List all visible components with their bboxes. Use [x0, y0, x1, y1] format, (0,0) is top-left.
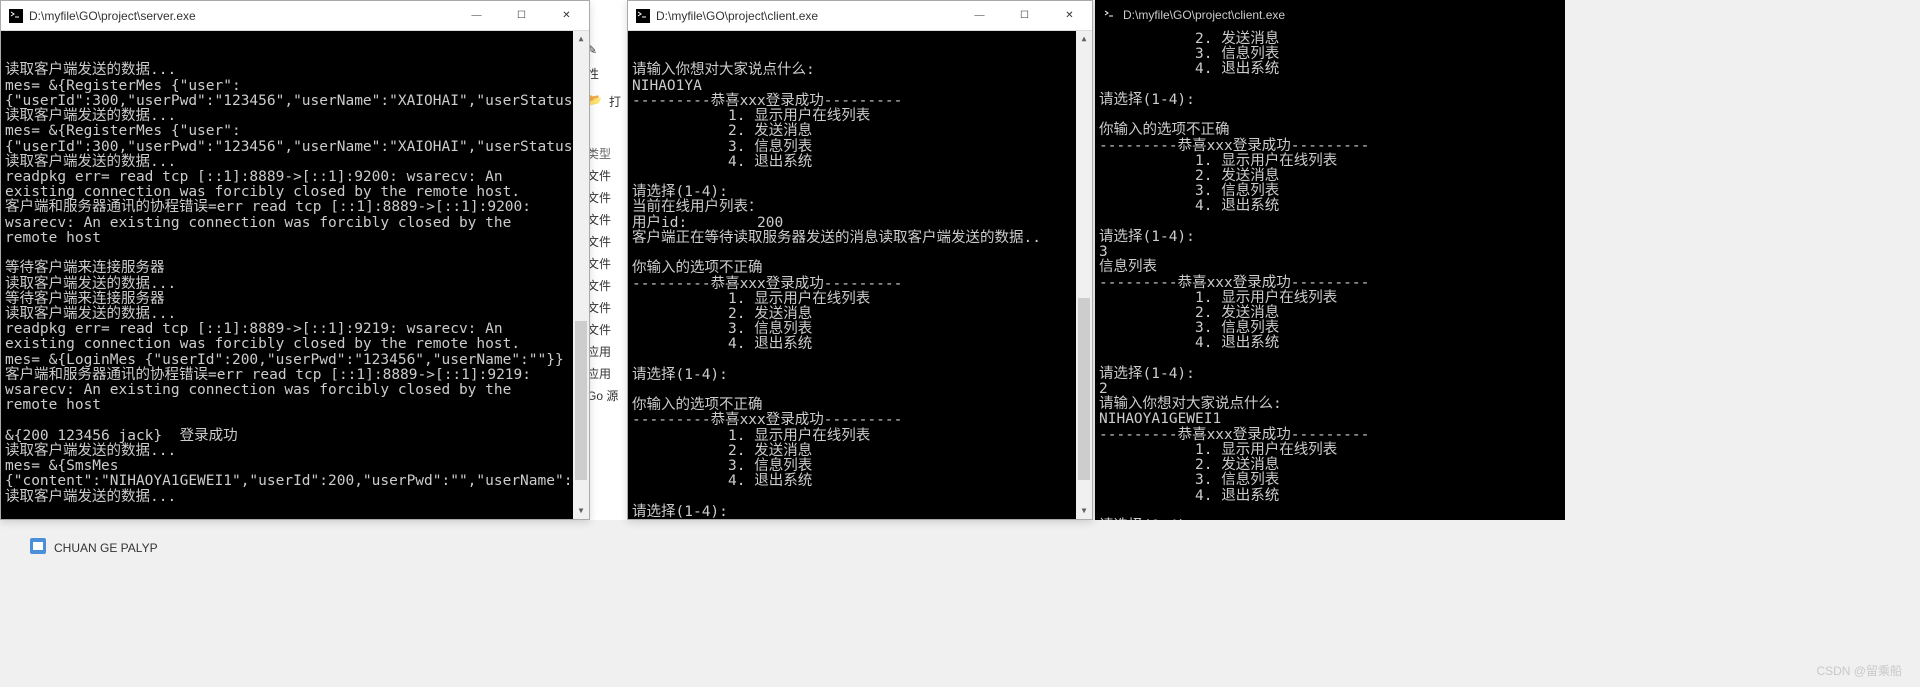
client1-titlebar[interactable]: D:\myfile\GO\project\client.exe — ☐ ✕	[628, 1, 1092, 31]
scrollbar[interactable]: ▲ ▼	[573, 31, 589, 519]
taskbar-label: CHUAN GE PALYP	[54, 541, 158, 555]
close-button[interactable]: ✕	[1047, 1, 1092, 30]
server-window: D:\myfile\GO\project\server.exe — ☐ ✕ 读取…	[0, 0, 590, 520]
close-button[interactable]: ✕	[544, 1, 589, 30]
app-icon	[30, 538, 46, 557]
console-text: 读取客户端发送的数据... mes= &{RegisterMes {"user"…	[5, 63, 585, 504]
client2-console[interactable]: 2. 发送消息 3. 信息列表 4. 退出系统 请选择(1-4): 你输入的选项…	[1095, 30, 1565, 520]
client1-console[interactable]: 请输入你想对大家说点什么: NIHAO1YA ---------恭喜xxx登录成…	[628, 31, 1092, 519]
scroll-up-icon[interactable]: ▲	[573, 31, 589, 47]
scroll-down-icon[interactable]: ▼	[1076, 503, 1092, 519]
scroll-thumb[interactable]	[575, 321, 587, 481]
taskbar-item[interactable]: CHUAN GE PALYP	[30, 538, 158, 557]
scroll-up-icon[interactable]: ▲	[1076, 31, 1092, 47]
scroll-thumb[interactable]	[1078, 298, 1090, 480]
server-titlebar[interactable]: D:\myfile\GO\project\server.exe — ☐ ✕	[1, 1, 589, 31]
server-console[interactable]: 读取客户端发送的数据... mes= &{RegisterMes {"user"…	[1, 31, 589, 519]
client2-titlebar[interactable]: D:\myfile\GO\project\client.exe	[1095, 0, 1565, 30]
client2-title: D:\myfile\GO\project\client.exe	[1123, 8, 1565, 22]
minimize-button[interactable]: —	[454, 1, 499, 30]
console-icon	[9, 9, 23, 23]
watermark: CSDN @留乘船	[1816, 662, 1902, 679]
client2-window: D:\myfile\GO\project\client.exe 2. 发送消息 …	[1095, 0, 1565, 520]
client1-title: D:\myfile\GO\project\client.exe	[656, 9, 957, 23]
server-title: D:\myfile\GO\project\server.exe	[29, 9, 454, 23]
scroll-down-icon[interactable]: ▼	[573, 503, 589, 519]
explorer-open-label: 打	[609, 93, 621, 110]
console-text: 请输入你想对大家说点什么: NIHAO1YA ---------恭喜xxx登录成…	[632, 63, 1088, 519]
minimize-button[interactable]: —	[957, 1, 1002, 30]
console-icon	[636, 9, 650, 23]
client1-window: D:\myfile\GO\project\client.exe — ☐ ✕ 请输…	[627, 0, 1093, 520]
maximize-button[interactable]: ☐	[1002, 1, 1047, 30]
maximize-button[interactable]: ☐	[499, 1, 544, 30]
scrollbar[interactable]: ▲ ▼	[1076, 31, 1092, 519]
console-text: 2. 发送消息 3. 信息列表 4. 退出系统 请选择(1-4): 你输入的选项…	[1099, 32, 1561, 520]
console-icon	[1103, 8, 1117, 22]
